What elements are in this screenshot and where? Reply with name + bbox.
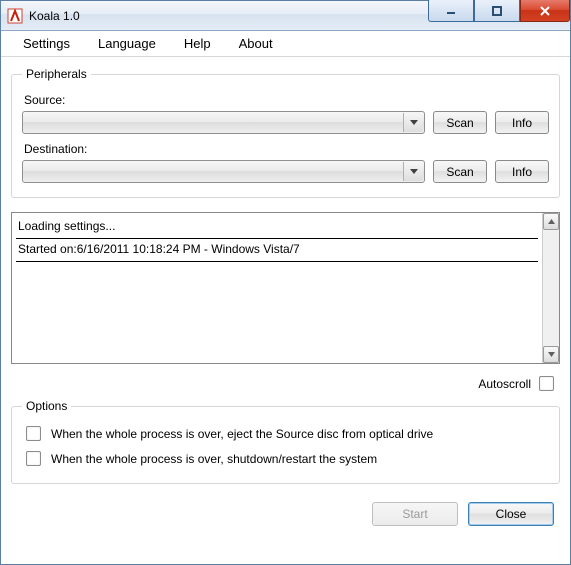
log-line: Loading settings... — [16, 216, 538, 239]
destination-scan-button[interactable]: Scan — [433, 160, 487, 183]
scroll-down-icon[interactable] — [543, 346, 559, 363]
autoscroll-checkbox[interactable] — [539, 376, 554, 391]
log-line: Started on:6/16/2011 10:18:24 PM - Windo… — [16, 239, 538, 262]
eject-label: When the whole process is over, eject th… — [51, 427, 433, 441]
minimize-button[interactable] — [428, 0, 474, 22]
options-legend: Options — [22, 399, 71, 413]
start-button[interactable]: Start — [372, 502, 458, 526]
log-content: Loading settings... Started on:6/16/2011… — [12, 213, 542, 363]
log-scrollbar[interactable] — [542, 213, 559, 363]
destination-info-button[interactable]: Info — [495, 160, 549, 183]
menu-settings[interactable]: Settings — [9, 32, 84, 55]
shutdown-label: When the whole process is over, shutdown… — [51, 452, 377, 466]
close-icon — [539, 6, 551, 16]
chevron-down-icon — [403, 162, 423, 181]
eject-checkbox[interactable] — [26, 426, 41, 441]
log-panel: Loading settings... Started on:6/16/2011… — [11, 212, 560, 364]
source-label: Source: — [24, 93, 549, 107]
footer: Start Close — [11, 492, 560, 530]
scroll-thumb[interactable] — [543, 230, 559, 346]
maximize-button[interactable] — [474, 0, 520, 22]
scroll-up-icon[interactable] — [543, 213, 559, 230]
menu-language[interactable]: Language — [84, 32, 170, 55]
client-area: Peripherals Source: Scan Info Destinatio… — [1, 57, 570, 564]
menubar: Settings Language Help About — [1, 31, 570, 57]
autoscroll-label: Autoscroll — [478, 377, 531, 391]
chevron-down-icon — [403, 113, 423, 132]
minimize-icon — [446, 6, 456, 16]
menu-help[interactable]: Help — [170, 32, 225, 55]
peripherals-legend: Peripherals — [22, 67, 91, 81]
app-icon — [7, 8, 23, 24]
destination-label: Destination: — [24, 142, 549, 156]
source-info-button[interactable]: Info — [495, 111, 549, 134]
destination-combobox[interactable] — [22, 160, 425, 183]
menu-about[interactable]: About — [225, 32, 287, 55]
titlebar[interactable]: Koala 1.0 — [1, 1, 570, 31]
peripherals-group: Peripherals Source: Scan Info Destinatio… — [11, 67, 560, 198]
source-combobox[interactable] — [22, 111, 425, 134]
window-title: Koala 1.0 — [29, 9, 80, 23]
window-buttons — [428, 0, 570, 22]
close-window-button[interactable]: Close — [468, 502, 554, 526]
shutdown-checkbox[interactable] — [26, 451, 41, 466]
close-button[interactable] — [520, 0, 570, 22]
autoscroll-row: Autoscroll — [11, 368, 560, 393]
options-group: Options When the whole process is over, … — [11, 399, 560, 484]
source-scan-button[interactable]: Scan — [433, 111, 487, 134]
app-window: Koala 1.0 Settings Language Help About P… — [0, 0, 571, 565]
maximize-icon — [492, 6, 502, 16]
